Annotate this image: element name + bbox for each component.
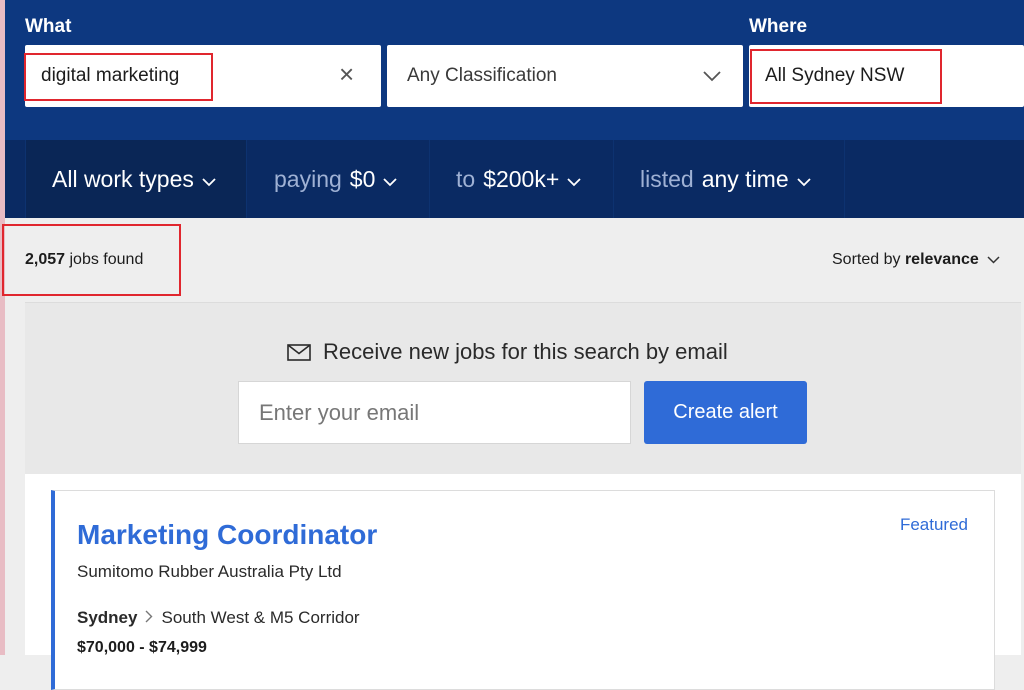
sort-prefix: Sorted by [832, 251, 901, 268]
to-value: $200k+ [483, 165, 560, 192]
filter-bar: All work types paying $0 to $200k+ liste… [5, 140, 1024, 218]
create-alert-button[interactable]: Create alert [644, 381, 807, 444]
salary-min-filter[interactable]: paying $0 [247, 140, 430, 218]
where-label: Where [749, 16, 808, 37]
job-list: Marketing Coordinator Featured Sumitomo … [25, 474, 1021, 690]
results-count: 2,057 jobs found [25, 251, 143, 269]
salary-range: $70,000 - $74,999 [77, 639, 207, 656]
job-alert-panel: Receive new jobs for this search by emai… [25, 302, 1021, 475]
sort-dropdown[interactable]: Sorted by relevance [832, 251, 1000, 269]
chevron-down-icon [383, 166, 398, 193]
classification-select[interactable]: Any Classification [387, 45, 743, 107]
chevron-down-icon [202, 166, 216, 193]
paying-prefix: paying [274, 165, 342, 192]
chevron-down-icon [987, 251, 1000, 269]
listed-prefix: listed [640, 165, 694, 192]
highlight-box-location [750, 49, 942, 104]
clear-icon[interactable]: × [339, 59, 354, 89]
to-prefix: to [456, 165, 476, 192]
results-count-number: 2,057 [25, 251, 66, 268]
work-types-label: All work types [52, 165, 194, 192]
job-title[interactable]: Marketing Coordinator [77, 519, 377, 551]
location-area[interactable]: South West & M5 Corridor [161, 608, 359, 628]
paying-value: $0 [349, 165, 376, 192]
alert-text: Receive new jobs for this search by emai… [323, 339, 728, 364]
highlight-box-keyword [24, 53, 213, 101]
listed-time-filter[interactable]: listed any time [614, 140, 845, 218]
location-city[interactable]: Sydney [77, 608, 137, 628]
sort-value: relevance [904, 251, 979, 268]
alert-message: Receive new jobs for this search by emai… [287, 339, 728, 365]
chevron-down-icon [703, 69, 721, 87]
salary-max-filter[interactable]: to $200k+ [430, 140, 614, 218]
job-location: Sydney South West & M5 Corridor [77, 608, 360, 628]
what-label: What [25, 16, 72, 37]
featured-badge: Featured [899, 515, 968, 534]
chevron-right-icon [145, 608, 153, 628]
classification-value: Any Classification [407, 65, 557, 86]
listed-value: any time [701, 165, 789, 192]
email-input[interactable] [238, 381, 631, 444]
chevron-down-icon [567, 166, 581, 193]
chevron-down-icon [797, 166, 811, 193]
job-card[interactable]: Marketing Coordinator Featured Sumitomo … [51, 490, 995, 690]
company-name[interactable]: Sumitomo Rubber Australia Pty Ltd [77, 562, 342, 582]
work-types-filter[interactable]: All work types [25, 140, 247, 218]
results-count-suffix: jobs found [69, 251, 144, 268]
envelope-icon [287, 343, 311, 361]
